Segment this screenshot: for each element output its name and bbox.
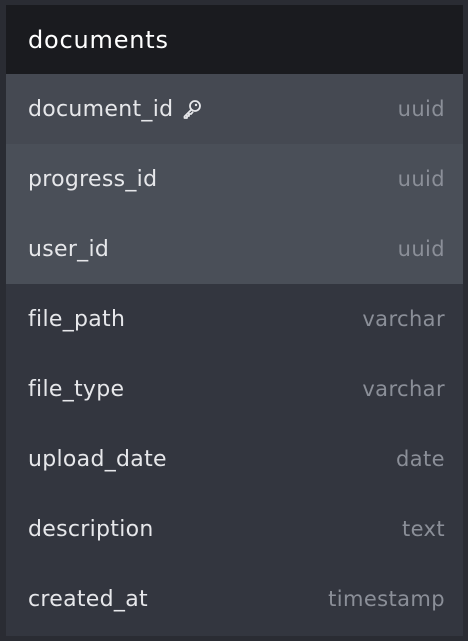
column-name: document_id xyxy=(28,96,174,122)
column-name: user_id xyxy=(28,236,110,262)
column-name: progress_id xyxy=(28,166,158,192)
entity-table: documents document_id uuid progress_id u… xyxy=(6,5,463,636)
column-type: timestamp xyxy=(328,587,445,611)
column-name: file_type xyxy=(28,376,125,402)
column-type: uuid xyxy=(397,97,445,121)
column-type: text xyxy=(401,517,445,541)
column-name: upload_date xyxy=(28,446,167,472)
column-name: created_at xyxy=(28,586,148,612)
column-row-user-id: user_id uuid xyxy=(6,214,463,284)
column-row-created-at: created_at timestamp xyxy=(6,564,463,634)
column-row-description: description text xyxy=(6,494,463,564)
column-type: varchar xyxy=(362,307,445,331)
column-type: date xyxy=(396,447,445,471)
column-row-upload-date: upload_date date xyxy=(6,424,463,494)
column-row-progress-id: progress_id uuid xyxy=(6,144,463,214)
table-header: documents xyxy=(6,5,463,74)
column-type: uuid xyxy=(397,237,445,261)
key-icon xyxy=(181,98,203,120)
column-type: varchar xyxy=(362,377,445,401)
column-name: file_path xyxy=(28,306,126,332)
column-name: description xyxy=(28,516,154,542)
column-row-file-path: file_path varchar xyxy=(6,284,463,354)
column-type: uuid xyxy=(397,167,445,191)
column-row-file-type: file_type varchar xyxy=(6,354,463,424)
table-title: documents xyxy=(28,25,169,54)
column-row-document-id: document_id uuid xyxy=(6,74,463,144)
